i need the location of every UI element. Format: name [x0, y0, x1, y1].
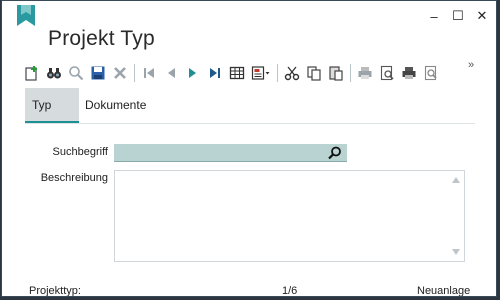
print-setup-icon — [402, 67, 416, 79]
form-layout-button[interactable] — [249, 63, 273, 83]
paste-button[interactable] — [326, 63, 346, 83]
beschreibung-textarea[interactable] — [114, 170, 465, 262]
table-view-icon — [229, 66, 245, 80]
last-record-icon — [210, 68, 220, 78]
prev-record-icon — [168, 68, 175, 78]
save-icon — [91, 66, 105, 80]
lookup-button[interactable] — [66, 63, 86, 83]
status-mode: Neuanlage — [417, 285, 471, 297]
copy-button[interactable] — [304, 63, 324, 83]
tab-typ[interactable]: Typ — [25, 88, 79, 124]
search-binoculars-icon — [47, 68, 61, 79]
print-preview-button[interactable] — [377, 63, 397, 83]
form-layout-icon — [251, 66, 270, 80]
save-button[interactable] — [88, 63, 108, 83]
minimize-button[interactable]: – — [422, 4, 446, 28]
next-record-icon — [189, 68, 196, 78]
toolbar — [22, 61, 443, 85]
suchbegriff-input[interactable] — [114, 144, 347, 162]
cut-button[interactable] — [282, 63, 302, 83]
toolbar-separator — [134, 64, 135, 82]
new-record-button[interactable] — [22, 63, 42, 83]
preview-zoom-icon — [424, 65, 437, 81]
beschreibung-label: Beschreibung — [40, 172, 108, 184]
tab-dokumente[interactable]: Dokumente — [85, 88, 146, 121]
main-window: – ☐ ✕ Projekt Typ » Typ Dokumente Suchbe… — [1, 0, 497, 297]
print-button[interactable] — [355, 63, 375, 83]
find-button[interactable] — [44, 63, 64, 83]
toolbar-separator — [277, 64, 278, 82]
status-record-position: 1/6 — [282, 285, 298, 297]
last-record-button[interactable] — [205, 63, 225, 83]
prev-record-button[interactable] — [161, 63, 181, 83]
next-record-button[interactable] — [183, 63, 203, 83]
bookmark-icon[interactable] — [15, 5, 37, 27]
copy-icon — [307, 66, 321, 81]
search-icon[interactable] — [328, 146, 342, 160]
print-setup-button[interactable] — [399, 63, 419, 83]
table-view-button[interactable] — [227, 63, 247, 83]
delete-button[interactable] — [110, 63, 130, 83]
toolbar-overflow-button[interactable]: » — [468, 59, 474, 71]
maximize-button[interactable]: ☐ — [446, 4, 470, 28]
magnifier-icon — [69, 66, 84, 81]
toolbar-separator — [350, 64, 351, 82]
first-record-button[interactable] — [139, 63, 159, 83]
suchbegriff-label: Suchbegriff — [52, 146, 108, 158]
tab-bar: Typ Dokumente — [25, 88, 475, 124]
close-button[interactable]: ✕ — [470, 4, 494, 28]
print-preview-icon — [380, 65, 394, 81]
status-record-type: Projekttyp: — [29, 285, 81, 297]
scroll-down-icon[interactable] — [451, 247, 461, 257]
scroll-up-icon[interactable] — [451, 175, 461, 185]
window-title: Projekt Typ — [48, 27, 155, 50]
print-icon — [358, 67, 372, 79]
preview-zoom-button[interactable] — [421, 63, 441, 83]
cut-icon — [284, 66, 300, 81]
new-icon — [25, 66, 37, 81]
delete-icon — [114, 67, 126, 79]
tab-divider — [25, 123, 475, 124]
first-record-icon — [144, 68, 154, 78]
paste-icon — [329, 66, 343, 81]
